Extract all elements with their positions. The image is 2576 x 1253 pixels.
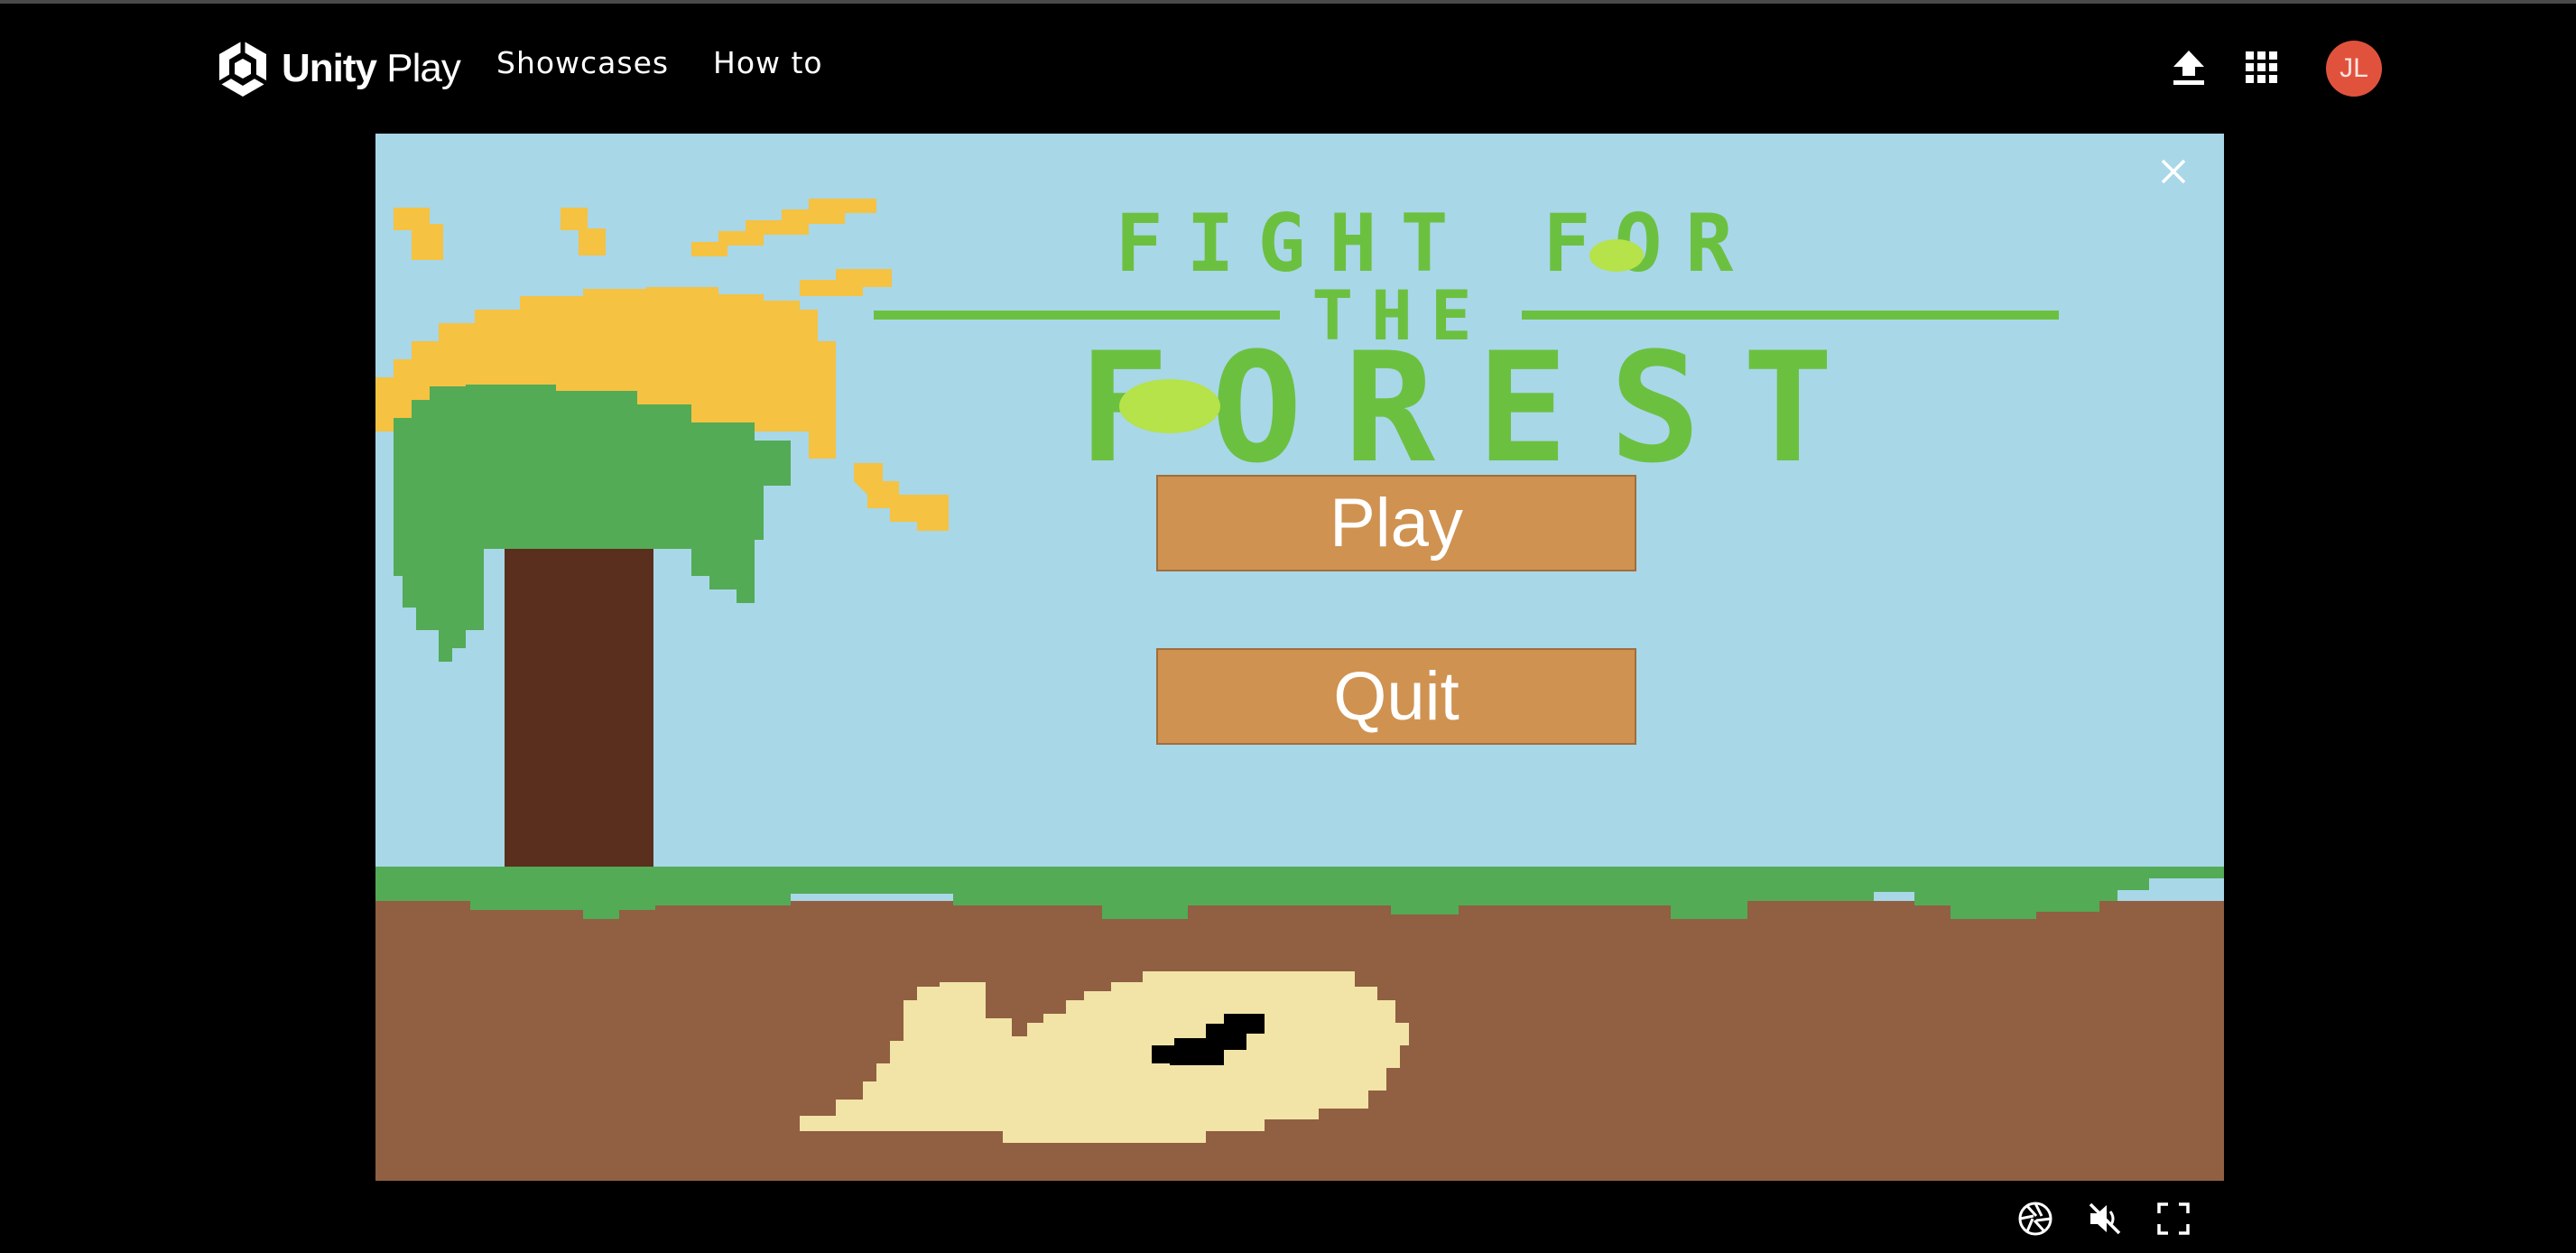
apps-grid-icon[interactable] [2246, 51, 2278, 84]
mute-icon[interactable] [2087, 1201, 2123, 1237]
brand-light: Play [376, 46, 461, 90]
game-canvas[interactable]: FIGHT FOR THE FOREST Play Quit [375, 134, 2224, 1181]
user-avatar[interactable]: JL [2326, 41, 2382, 97]
close-icon [2161, 159, 2186, 184]
brand-bold: Unity [282, 46, 377, 90]
unity-cube-icon [218, 41, 268, 97]
title-accent-2 [1119, 379, 1220, 433]
nav-how-to[interactable]: How to [713, 45, 823, 80]
brand-name: Unity Play [282, 46, 461, 91]
quit-button[interactable]: Quit [1156, 648, 1636, 745]
title-accent-1 [1589, 239, 1644, 272]
unity-play-logo[interactable]: Unity Play [217, 38, 461, 99]
title-rule-right [1522, 311, 2059, 320]
upload-icon[interactable] [2172, 49, 2206, 87]
window-top-border [0, 0, 2576, 4]
play-button[interactable]: Play [1156, 475, 1636, 571]
camera-aperture-icon[interactable] [2017, 1201, 2053, 1237]
nav-showcases[interactable]: Showcases [496, 45, 669, 80]
fullscreen-icon[interactable] [2155, 1201, 2191, 1237]
title-rule-left [874, 311, 1280, 320]
close-game-button[interactable] [2155, 153, 2191, 190]
